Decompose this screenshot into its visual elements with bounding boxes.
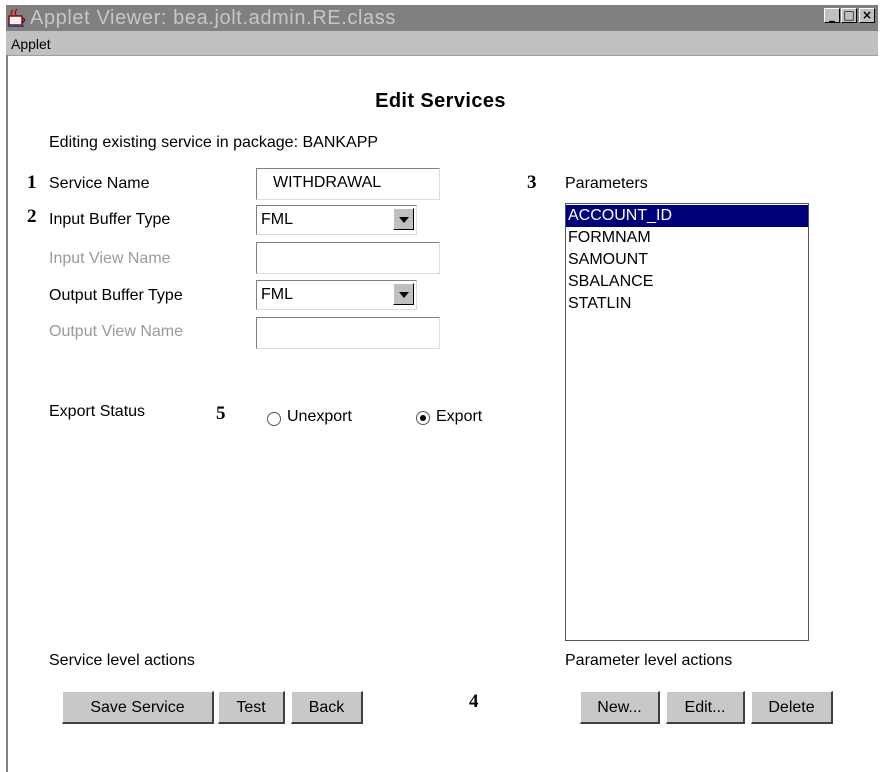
window-title: Applet Viewer: bea.jolt.admin.RE.class <box>30 7 396 29</box>
callout-2: 2 <box>27 206 37 227</box>
applet-viewer-window: Applet Viewer: bea.jolt.admin.RE.class _… <box>0 0 881 772</box>
chevron-down-icon <box>399 217 409 223</box>
parameters-list[interactable]: ACCOUNT_ID FORMNAM SAMOUNT SBALANCE STAT… <box>565 203 809 641</box>
java-coffee-cup-icon[interactable] <box>8 8 28 28</box>
export-radio[interactable] <box>416 411 430 425</box>
list-item[interactable]: FORMNAM <box>566 227 808 249</box>
callout-1: 1 <box>27 172 37 193</box>
output-buffer-type-label: Output Buffer Type <box>49 287 183 304</box>
maximize-button[interactable]: □ <box>841 8 857 23</box>
input-view-name-field[interactable] <box>256 242 440 274</box>
callout-4: 4 <box>469 691 479 712</box>
delete-parameter-button[interactable]: Delete <box>751 691 833 724</box>
test-button[interactable]: Test <box>218 691 285 724</box>
output-view-name-label: Output View Name <box>49 323 183 340</box>
callout-5: 5 <box>216 403 226 424</box>
minimize-button[interactable]: _ <box>824 8 840 23</box>
export-status-label: Export Status <box>49 403 146 420</box>
service-name-label: Service Name <box>49 175 150 192</box>
menu-applet[interactable]: Applet <box>11 36 51 52</box>
input-buffer-dropdown-button[interactable] <box>393 208 414 230</box>
list-item[interactable]: SBALANCE <box>566 271 808 293</box>
page-title: Edit Services <box>375 90 506 112</box>
list-item[interactable]: ACCOUNT_ID <box>566 205 808 227</box>
close-button[interactable]: × <box>859 8 875 23</box>
input-view-name-label: Input View Name <box>49 250 171 267</box>
chevron-down-icon <box>399 292 409 298</box>
list-item[interactable]: SAMOUNT <box>566 249 808 271</box>
title-bar[interactable]: Applet Viewer: bea.jolt.admin.RE.class _… <box>6 5 878 31</box>
left-border <box>6 55 8 772</box>
output-buffer-type-value: FML <box>261 286 293 303</box>
input-buffer-type-value: FML <box>261 211 293 228</box>
input-buffer-type-label: Input Buffer Type <box>49 211 171 228</box>
editing-status-text: Editing existing service in package: BAN… <box>49 134 379 151</box>
output-view-name-field[interactable] <box>256 317 440 349</box>
export-label[interactable]: Export <box>436 408 482 426</box>
parameter-level-actions-label: Parameter level actions <box>565 652 733 669</box>
back-button[interactable]: Back <box>291 691 363 724</box>
radio-selected-dot <box>420 415 426 421</box>
unexport-radio[interactable] <box>267 412 281 426</box>
service-level-actions-label: Service level actions <box>49 652 195 669</box>
save-service-button[interactable]: Save Service <box>62 691 214 724</box>
menu-bar: Applet <box>6 31 878 56</box>
list-item[interactable]: STATLIN <box>566 293 808 315</box>
output-buffer-dropdown-button[interactable] <box>393 283 414 305</box>
parameters-label: Parameters <box>565 175 648 192</box>
unexport-label[interactable]: Unexport <box>287 408 352 426</box>
callout-3: 3 <box>527 172 537 193</box>
output-buffer-type-select[interactable]: FML <box>256 280 417 310</box>
new-parameter-button[interactable]: New... <box>580 691 660 724</box>
edit-parameter-button[interactable]: Edit... <box>666 691 745 724</box>
service-name-field[interactable]: WITHDRAWAL <box>256 168 440 200</box>
input-buffer-type-select[interactable]: FML <box>256 205 417 235</box>
